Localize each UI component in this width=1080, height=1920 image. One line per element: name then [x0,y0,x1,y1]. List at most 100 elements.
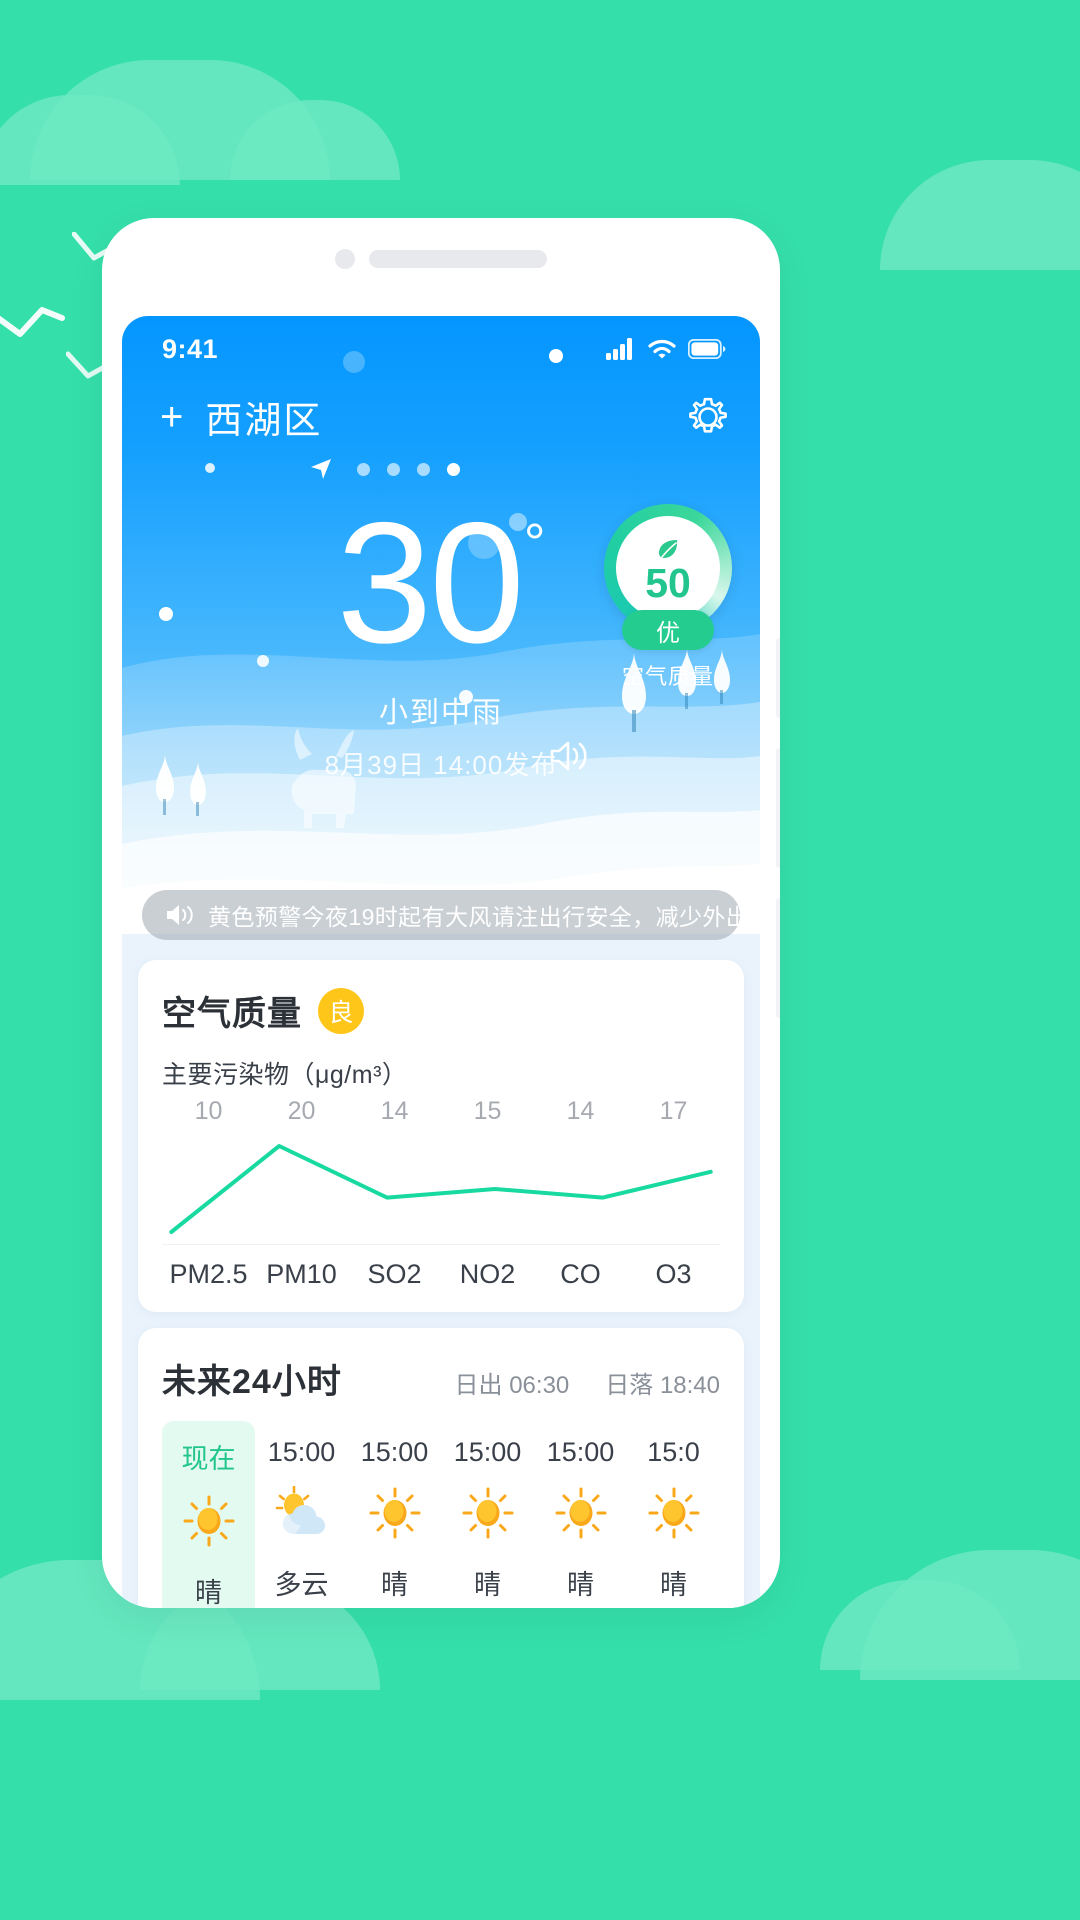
pollutant-category: SO2 [367,1259,422,1289]
location-arrow-icon [311,459,331,479]
phone-frame: 9:41 + 西湖区 50 优 空气质量 30 ° 小到中雨 8月39日 14:… [102,218,780,1608]
sun-icon [183,1495,234,1547]
city-name[interactable]: 西湖区 [205,390,322,444]
air-quality-card[interactable]: 空气质量 良 主要污染物（μg/m³） 10 20 14 15 14 17 PM… [138,960,744,1312]
hourly-list[interactable]: 现在晴 15:00 多云 15:00 晴 15:00 晴 15:00 晴 15:0 晴 [162,1421,720,1608]
plus-icon[interactable]: + [160,397,183,437]
sun-icon [648,1487,699,1539]
hourly-header: 未来24小时 日出 06:30 日落 18:40 [162,1354,720,1403]
aqi-caption: 空气质量 [621,664,714,689]
pollutant-value: 15 [473,1097,502,1125]
hourly-item-3[interactable]: 15:00 晴 [441,1421,534,1608]
speaker-icon [167,905,193,925]
signal-icon [606,338,632,360]
page-dot[interactable] [357,462,370,476]
side-button [776,898,780,1018]
cloudy-icon [275,1485,325,1534]
pollutant-category: CO [560,1259,601,1289]
hourly-forecast-card[interactable]: 未来24小时 日出 06:30 日落 18:40 现在晴 15:00 多云 15:00… [138,1328,744,1608]
earpiece-bar [369,250,547,268]
side-button [776,638,780,718]
pollutant-chart-plot [162,1132,720,1244]
aqi-level: 优 [622,610,714,650]
bird-icon [0,307,65,337]
alert-container: 黄色预警今夜19时起有大风请注出行安全，减少外出需求 [122,890,760,940]
hourly-condition: 多云 [274,1570,329,1600]
hourly-time: 15:0 [647,1437,700,1467]
header-left: + 西湖区 [160,390,322,444]
pollutant-categories: PM2.5 PM10 SO2 NO2 CO O3 [162,1259,720,1290]
sun-icon [368,1486,422,1545]
sunrise: 日出 06:30 [455,1365,570,1400]
phone-screen: 9:41 + 西湖区 50 优 空气质量 30 ° 小到中雨 8月39日 14:… [122,316,760,1608]
pollutant-category: PM2.5 [169,1259,248,1289]
status-bar: 9:41 [122,316,760,382]
hourly-time: 15:00 [453,1437,522,1467]
sunset-label: 日落 [605,1372,654,1399]
sunset: 日落 18:40 [605,1365,720,1400]
cloud-shape [880,160,1080,270]
hourly-item-0[interactable]: 现在晴 [162,1421,255,1608]
sunrise-time: 06:30 [509,1372,570,1399]
sun-icon [555,1487,606,1539]
pollutant-value: 17 [659,1097,688,1125]
status-icons [606,338,726,360]
pollutant-values: 10 20 14 15 14 17 [162,1097,720,1126]
pollutant-value: 20 [287,1097,316,1125]
aqi-badge[interactable]: 50 优 空气质量 [604,504,732,691]
pollutant-value: 14 [566,1097,595,1125]
cloudy-icon [271,1485,333,1545]
hourly-condition: 晴 [660,1570,687,1600]
aqi-ring-inner: 50 [616,516,720,620]
alert-text: 黄色预警今夜19时起有大风请注出行安全，减少外出需求 [208,904,740,930]
wifi-icon [648,339,676,358]
temperature-row: 30 ° [336,487,546,679]
battery-icon [688,339,726,359]
gear-icon[interactable] [686,395,730,439]
cards-container: 空气质量 良 主要污染物（μg/m³） 10 20 14 15 14 17 PM… [122,940,760,1608]
hourly-time: 15:00 [546,1437,615,1467]
chart-baseline [162,1244,720,1245]
hourly-title: 未来24小时 [162,1363,342,1401]
hourly-time: 15:00 [360,1437,429,1467]
side-button [776,748,780,868]
sunset-time: 18:40 [659,1372,720,1399]
page-dot[interactable] [417,462,430,476]
phone-speaker-row [102,218,780,300]
hourly-condition: 晴 [567,1570,594,1600]
hourly-item-5[interactable]: 15:0 晴 [627,1421,720,1608]
weather-alert-banner[interactable]: 黄色预警今夜19时起有大风请注出行安全，减少外出需求 [142,890,740,940]
leaf-icon [659,540,678,558]
pollutant-value: 10 [194,1097,223,1125]
page-dot-active[interactable] [447,462,460,476]
sun-icon [462,1487,513,1539]
sunrise-label: 日出 [454,1372,503,1399]
weather-condition: 小到中雨 [378,696,503,729]
pollutant-line [162,1132,720,1244]
status-clock: 9:41 [162,333,219,364]
app-header: + 西湖区 [122,382,760,444]
sun-times: 日出 06:30 日落 18:40 [455,1365,720,1400]
hourly-item-4[interactable]: 15:00 晴 [534,1421,627,1608]
hourly-item-2[interactable]: 15:00 晴 [348,1421,441,1608]
page-dot[interactable] [387,462,400,476]
sun-icon [647,1486,701,1545]
publish-time: 8月39日 14:00发布 [324,749,558,780]
weather-hero: 9:41 + 西湖区 50 优 空气质量 30 ° 小到中雨 8月39日 14:… [122,316,760,934]
pollutant-sub-label: 主要污染物（μg/m³） [162,1061,408,1089]
sun-icon [369,1487,420,1539]
sun-icon [554,1486,608,1545]
pollutant-chart: 10 20 14 15 14 17 PM2.5 PM10 SO2 NO2 CO … [162,1097,720,1290]
air-quality-header: 空气质量 良 [162,986,720,1035]
hourly-condition: 晴 [381,1570,408,1600]
pollutant-category: PM10 [266,1259,337,1289]
speaker-icon[interactable] [548,736,592,776]
sun-icon [182,1494,236,1553]
hourly-time: 15:00 [267,1437,336,1467]
page-indicator[interactable] [122,444,760,482]
temperature-value: 30 [336,487,525,679]
pollutant-value: 14 [380,1097,409,1125]
air-quality-title: 空气质量 [162,995,302,1033]
hourly-item-1[interactable]: 15:00 多云 [255,1421,348,1608]
hourly-condition: 晴 [474,1570,501,1600]
